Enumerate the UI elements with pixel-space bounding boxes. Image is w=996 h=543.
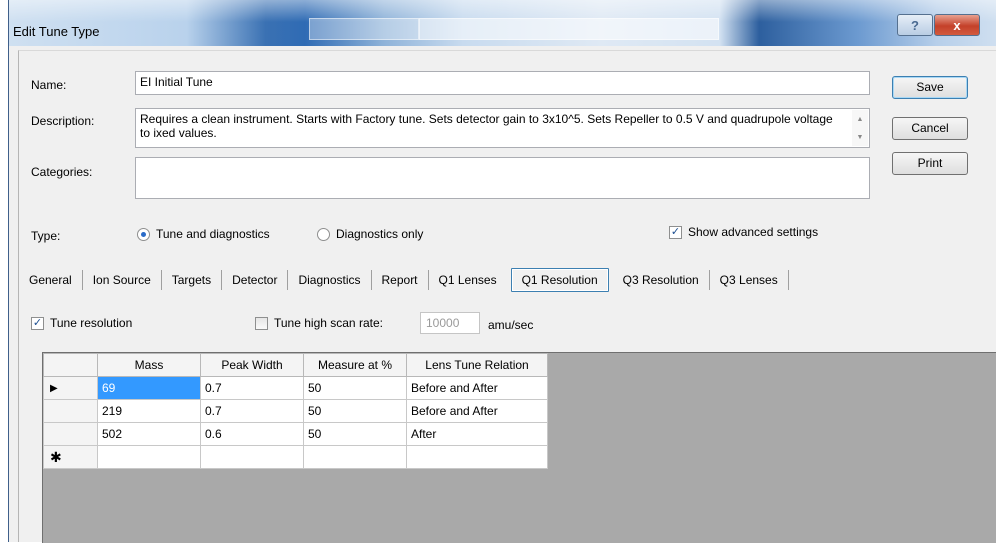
scroll-up-icon[interactable]: ▲ <box>852 110 868 128</box>
cell-mass[interactable] <box>97 445 201 469</box>
tune-high-scan-checkbox[interactable]: Tune high scan rate: <box>255 316 383 330</box>
cancel-button[interactable]: Cancel <box>892 117 968 140</box>
description-text: Requires a clean instrument. Starts with… <box>140 112 833 140</box>
show-advanced-label: Show advanced settings <box>688 225 819 239</box>
background-window-ghost <box>309 18 419 40</box>
scan-rate-input[interactable]: 10000 <box>420 312 480 334</box>
tab-ion-source[interactable]: Ion Source <box>83 270 162 290</box>
window-controls: ? x <box>897 14 980 36</box>
tab-q3-resolution[interactable]: Q3 Resolution <box>613 270 710 290</box>
cell-peak-width[interactable]: 0.7 <box>200 399 304 423</box>
tab-q1-lenses[interactable]: Q1 Lenses <box>429 270 507 290</box>
title-bar[interactable]: Edit Tune Type ? x <box>9 0 996 46</box>
cell-measure-at[interactable]: 50 <box>303 422 407 446</box>
current-row-icon[interactable]: ▶ <box>43 376 98 400</box>
row-header[interactable] <box>43 422 98 446</box>
tab-q1-resolution[interactable]: Q1 Resolution <box>510 268 609 292</box>
background-window-ghost-2 <box>419 18 719 40</box>
name-input[interactable]: EI Initial Tune <box>135 71 870 95</box>
cell-measure-at[interactable] <box>303 445 407 469</box>
window-title: Edit Tune Type <box>13 24 100 39</box>
table-row[interactable]: ▶ 69 0.7 50 Before and After <box>43 376 548 400</box>
tune-resolution-checkbox[interactable]: ✓ Tune resolution <box>31 316 132 330</box>
radio-diagnostics-only[interactable]: Diagnostics only <box>317 227 423 241</box>
type-label: Type: <box>31 229 61 243</box>
description-label: Description: <box>31 114 95 128</box>
new-row[interactable]: ✱ <box>43 445 548 469</box>
description-textarea[interactable]: Requires a clean instrument. Starts with… <box>135 108 870 148</box>
cell-measure-at[interactable]: 50 <box>303 376 407 400</box>
tab-report[interactable]: Report <box>372 270 429 290</box>
radio-selected-icon[interactable] <box>137 227 150 241</box>
row-header[interactable] <box>43 399 98 423</box>
cell-mass[interactable]: 502 <box>97 422 201 446</box>
categories-label: Categories: <box>31 165 93 179</box>
column-header-lens-tune-relation[interactable]: Lens Tune Relation <box>406 353 548 377</box>
help-button[interactable]: ? <box>897 14 933 36</box>
description-scrollbar[interactable]: ▲ ▼ <box>852 110 868 146</box>
tab-diagnostics[interactable]: Diagnostics <box>288 270 372 290</box>
radio-tune-and-diagnostics[interactable]: Tune and diagnostics <box>137 227 270 241</box>
scroll-down-icon[interactable]: ▼ <box>852 128 868 146</box>
scan-rate-unit: amu/sec <box>488 318 534 332</box>
tune-high-scan-label: Tune high scan rate: <box>274 316 383 330</box>
resolution-table: Mass Peak Width Measure at % Lens Tune R… <box>43 353 548 469</box>
new-row-asterisk-icon[interactable]: ✱ <box>43 445 98 469</box>
cell-mass[interactable]: 219 <box>97 399 201 423</box>
close-button[interactable]: x <box>934 14 980 36</box>
cell-lens-tune-relation[interactable]: After <box>406 422 548 446</box>
print-button[interactable]: Print <box>892 152 968 175</box>
checkbox-unchecked-icon[interactable] <box>255 316 268 330</box>
cell-measure-at[interactable]: 50 <box>303 399 407 423</box>
checkbox-checked-icon[interactable]: ✓ <box>31 316 44 330</box>
tab-q3-lenses[interactable]: Q3 Lenses <box>710 270 789 290</box>
cell-peak-width[interactable]: 0.6 <box>200 422 304 446</box>
cell-lens-tune-relation[interactable]: Before and After <box>406 399 548 423</box>
column-header-peak-width[interactable]: Peak Width <box>200 353 304 377</box>
checkbox-checked-icon[interactable]: ✓ <box>669 225 682 239</box>
radio-diagnostics-only-label: Diagnostics only <box>336 227 424 241</box>
cell-mass[interactable]: 69 <box>97 376 201 400</box>
tune-resolution-label: Tune resolution <box>50 316 133 330</box>
radio-tune-and-diagnostics-label: Tune and diagnostics <box>156 227 270 241</box>
resolution-grid[interactable]: Mass Peak Width Measure at % Lens Tune R… <box>42 352 996 543</box>
show-advanced-checkbox[interactable]: ✓ Show advanced settings <box>669 225 818 239</box>
cell-peak-width[interactable] <box>200 445 304 469</box>
tab-strip: General Ion Source Targets Detector Diag… <box>19 265 789 295</box>
grid-corner-cell[interactable] <box>43 353 98 377</box>
cell-lens-tune-relation[interactable] <box>406 445 548 469</box>
cell-peak-width[interactable]: 0.7 <box>200 376 304 400</box>
tab-detector[interactable]: Detector <box>222 270 289 290</box>
name-label: Name: <box>31 78 67 92</box>
tab-targets[interactable]: Targets <box>162 270 223 290</box>
table-header-row: Mass Peak Width Measure at % Lens Tune R… <box>43 353 548 377</box>
dialog-body: Name: EI Initial Tune Description: Requi… <box>18 50 996 543</box>
radio-unselected-icon[interactable] <box>317 227 330 241</box>
categories-input[interactable] <box>135 157 870 199</box>
column-header-mass[interactable]: Mass <box>97 353 201 377</box>
cell-lens-tune-relation[interactable]: Before and After <box>406 376 548 400</box>
tab-general[interactable]: General <box>19 270 83 290</box>
save-button[interactable]: Save <box>892 76 968 99</box>
edit-tune-type-dialog: Edit Tune Type ? x Name: EI Initial Tune… <box>8 0 996 543</box>
column-header-measure-at[interactable]: Measure at % <box>303 353 407 377</box>
table-row[interactable]: 219 0.7 50 Before and After <box>43 399 548 423</box>
table-row[interactable]: 502 0.6 50 After <box>43 422 548 446</box>
